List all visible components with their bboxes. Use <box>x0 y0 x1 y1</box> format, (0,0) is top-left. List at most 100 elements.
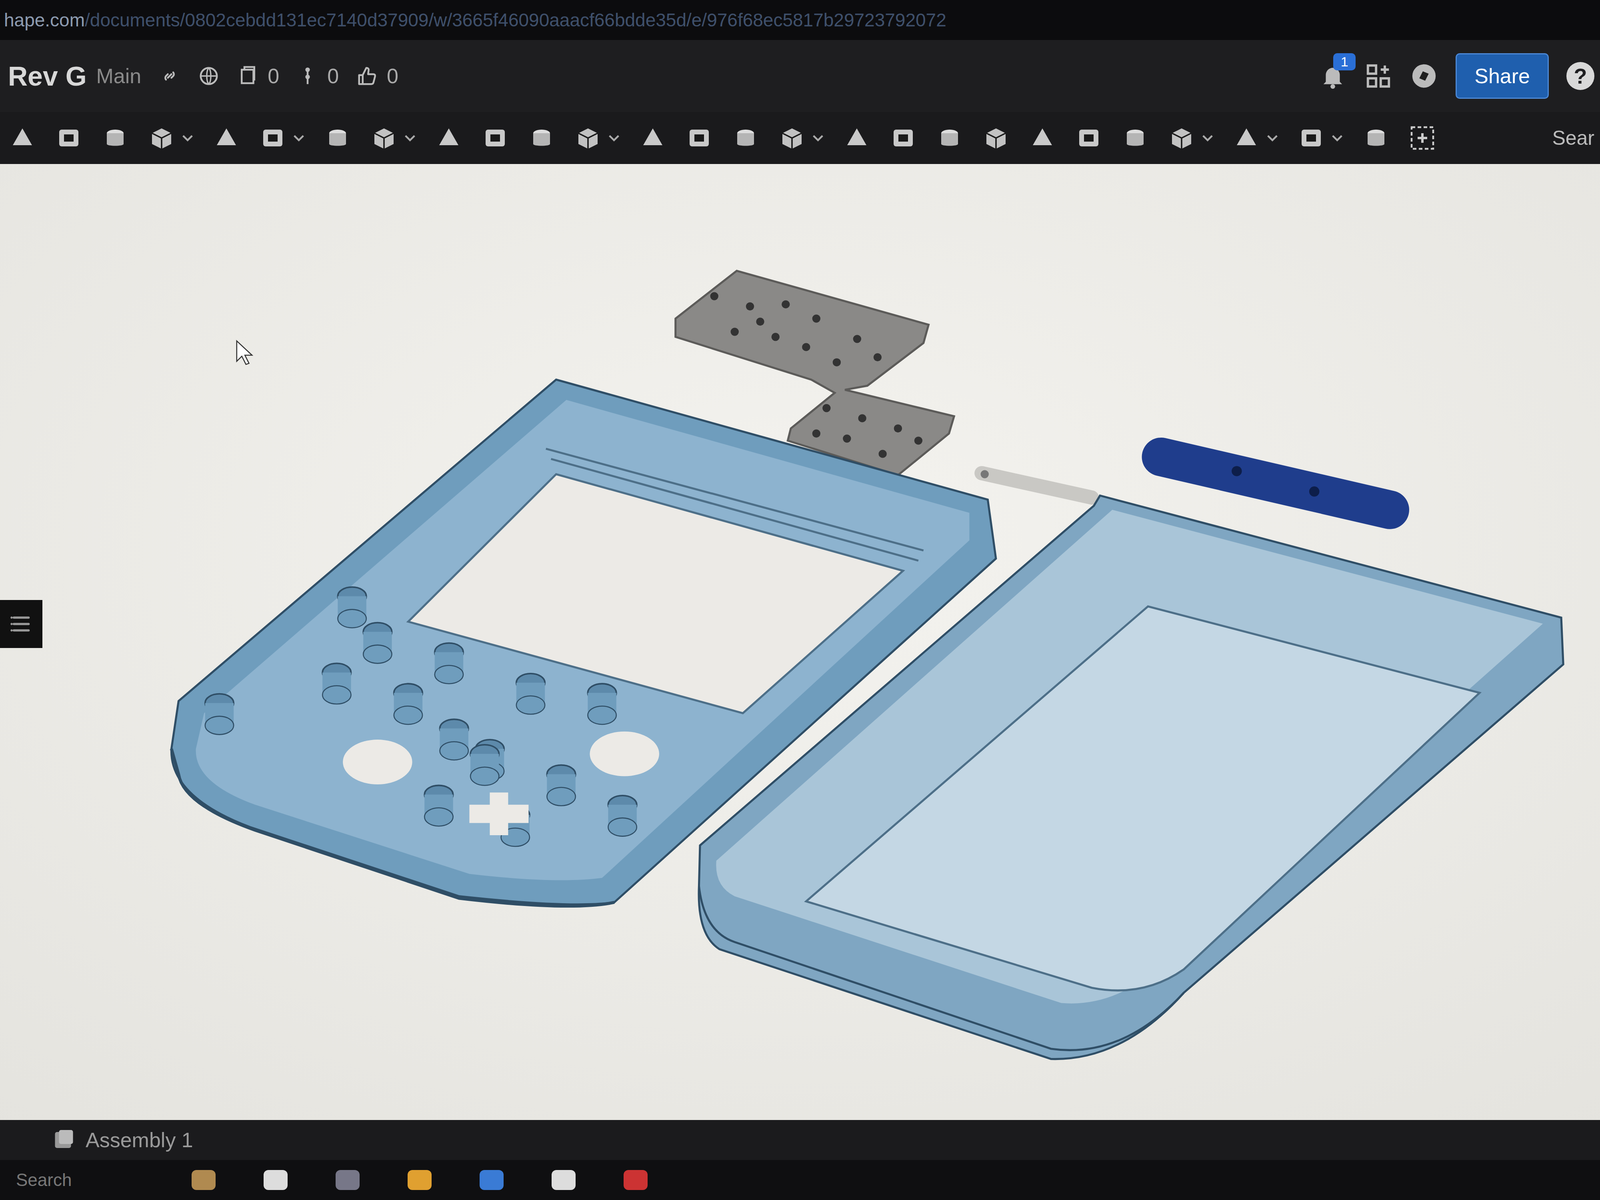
tool-button[interactable] <box>1120 123 1150 153</box>
tool-button[interactable] <box>1296 123 1344 153</box>
chevron-down-icon[interactable] <box>292 131 306 145</box>
toolbar-search[interactable]: Sear <box>1552 126 1595 150</box>
blue-bar[interactable] <box>1161 456 1390 510</box>
tool-button[interactable] <box>8 123 37 153</box>
chevron-down-icon[interactable] <box>1200 131 1215 145</box>
tool-button[interactable] <box>212 123 241 153</box>
tool-button[interactable] <box>888 123 918 153</box>
globe-icon[interactable] <box>198 65 220 87</box>
feature-tool-icon <box>684 123 714 153</box>
feature-tool-icon <box>212 123 241 153</box>
taskbar-app-icon[interactable] <box>335 1170 360 1190</box>
tool-button[interactable] <box>480 123 510 153</box>
feature-tool-icon <box>638 123 668 153</box>
taskbar-app-icon[interactable] <box>263 1170 288 1190</box>
tool-button[interactable] <box>731 123 760 153</box>
taskbar: Search <box>0 1160 1600 1200</box>
versions-count[interactable]: 0 <box>237 64 280 88</box>
feature-tool-icon <box>527 123 556 153</box>
learning-icon[interactable] <box>1410 62 1438 90</box>
feature-tool-icon <box>434 123 464 153</box>
chevron-down-icon[interactable] <box>180 131 195 145</box>
graphics-area[interactable] <box>0 164 1600 1120</box>
document-title[interactable]: Rev G <box>8 60 87 92</box>
chevron-down-icon[interactable] <box>811 131 825 145</box>
tab-strip: Assembly 1 <box>0 1120 1600 1160</box>
feature-tool-icon <box>935 123 964 153</box>
taskbar-app-icon[interactable] <box>479 1170 504 1190</box>
thumb-count[interactable]: 0 <box>356 64 399 88</box>
add-feature-icon[interactable] <box>1408 123 1437 153</box>
tool-button[interactable] <box>54 123 84 153</box>
chevron-down-icon[interactable] <box>403 131 417 145</box>
back-tray[interactable] <box>698 495 1564 1060</box>
feature-tool-icon <box>777 123 807 153</box>
feature-tool-icon <box>1028 123 1057 153</box>
tool-button[interactable] <box>527 123 556 153</box>
tool-button[interactable] <box>1361 123 1391 153</box>
branch-label[interactable]: Main <box>96 64 142 88</box>
app-grid-icon[interactable] <box>1364 62 1393 90</box>
tool-button[interactable] <box>1028 123 1057 153</box>
taskbar-app-icon[interactable] <box>191 1170 216 1190</box>
tool-button[interactable] <box>777 123 825 153</box>
document-header: Rev G Main 0 0 0 1 Share ? <box>0 40 1600 112</box>
feature-tool-icon <box>1232 123 1261 153</box>
document-tab[interactable]: Assembly 1 <box>44 1124 202 1156</box>
chevron-down-icon[interactable] <box>1330 131 1344 145</box>
taskbar-search[interactable]: Search <box>16 1170 72 1190</box>
tool-button[interactable] <box>573 123 621 153</box>
feature-tool-icon <box>981 123 1011 153</box>
tool-button[interactable] <box>842 123 872 153</box>
tool-button[interactable] <box>684 123 714 153</box>
feature-tool-icon <box>147 123 176 153</box>
chevron-down-icon[interactable] <box>607 131 621 145</box>
tool-button[interactable] <box>981 123 1011 153</box>
branch-icon <box>296 65 319 87</box>
feature-tool-icon <box>369 123 399 153</box>
chevron-down-icon[interactable] <box>1265 131 1280 145</box>
feature-tool-icon <box>480 123 510 153</box>
list-icon <box>8 611 34 637</box>
feature-list-toggle[interactable] <box>0 600 43 648</box>
pin-count[interactable]: 0 <box>296 64 339 88</box>
share-button[interactable]: Share <box>1455 53 1549 99</box>
link-bar[interactable] <box>980 470 1092 498</box>
assembly-model[interactable] <box>0 164 1600 1120</box>
feature-tool-icon <box>888 123 918 153</box>
feature-tool-icon <box>842 123 872 153</box>
tool-button[interactable] <box>147 123 195 153</box>
url-host[interactable]: hape.com <box>4 9 85 31</box>
feature-tool-icon <box>731 123 760 153</box>
taskbar-app-icon[interactable] <box>551 1170 576 1190</box>
taskbar-app-icon[interactable] <box>407 1170 432 1190</box>
notification-badge: 1 <box>1333 53 1356 71</box>
feature-tool-icon <box>1361 123 1391 153</box>
versions-icon <box>237 65 259 87</box>
tool-button[interactable] <box>100 123 130 153</box>
url-path[interactable]: /documents/0802cebdd131ec7140d37909/w/36… <box>84 9 947 31</box>
feature-tool-icon <box>8 123 37 153</box>
thumbs-up-icon <box>356 65 378 87</box>
feature-tool-icon <box>323 123 352 153</box>
tool-button[interactable] <box>258 123 306 153</box>
address-bar[interactable]: hape.com/documents/0802cebdd131ec7140d37… <box>0 0 1600 40</box>
taskbar-app-icon[interactable] <box>623 1170 648 1190</box>
feature-tool-icon <box>1167 123 1196 153</box>
feature-tool-icon <box>573 123 603 153</box>
tool-button[interactable] <box>1074 123 1104 153</box>
link-icon[interactable] <box>158 65 181 87</box>
feature-tool-icon <box>258 123 288 153</box>
tool-button[interactable] <box>434 123 464 153</box>
assembly-icon <box>52 1128 76 1152</box>
feature-tool-icon <box>1296 123 1326 153</box>
tool-button[interactable] <box>323 123 352 153</box>
tool-button[interactable] <box>935 123 964 153</box>
help-button[interactable]: ? <box>1566 62 1595 90</box>
notifications-button[interactable]: 1 <box>1318 62 1347 90</box>
feature-tool-icon <box>54 123 84 153</box>
tool-button[interactable] <box>1167 123 1215 153</box>
tool-button[interactable] <box>369 123 417 153</box>
tool-button[interactable] <box>638 123 668 153</box>
tool-button[interactable] <box>1232 123 1280 153</box>
